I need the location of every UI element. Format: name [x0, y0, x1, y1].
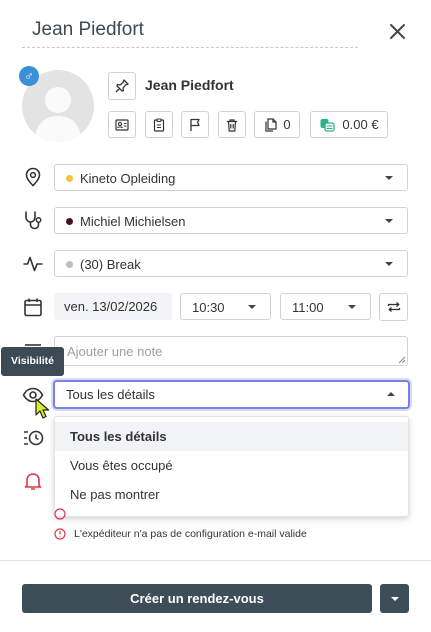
calendar-icon [24, 298, 42, 317]
clipboard-button[interactable] [145, 111, 173, 138]
location-value: Kineto Opleiding [80, 171, 176, 186]
email-warning-text: L'expéditeur n'a pas de configuration e-… [74, 528, 307, 540]
email-warning: L'expéditeur n'a pas de configuration e-… [54, 528, 307, 540]
end-time-select[interactable]: 11:00 [280, 293, 371, 320]
close-button[interactable] [384, 18, 412, 46]
flag-icon [190, 118, 200, 131]
page-title: Jean Piedfort [32, 19, 144, 40]
documents-button[interactable]: 0 [254, 111, 300, 138]
location-select[interactable]: Kineto Opleiding [54, 164, 408, 191]
create-appointment-button[interactable]: Créer un rendez-vous [22, 584, 372, 613]
location-pin-icon [25, 167, 41, 187]
visibility-value: Tous les détails [66, 387, 155, 402]
chevron-down-icon [385, 219, 393, 223]
create-options-button[interactable] [380, 584, 409, 613]
close-icon [390, 24, 405, 39]
patient-name: Jean Piedfort [145, 77, 234, 93]
pin-button[interactable] [108, 72, 136, 100]
repeat-icon [387, 302, 400, 312]
location-color-dot [66, 175, 73, 182]
document-stack-icon [265, 117, 277, 132]
date-field[interactable]: ven. 13/02/2026 [54, 293, 172, 320]
note-input[interactable]: Ajouter une note [54, 336, 408, 366]
therapist-value: Michiel Michielsen [80, 214, 186, 229]
chevron-down-icon [391, 597, 399, 601]
chevron-down-icon [385, 262, 393, 266]
start-time-value: 10:30 [192, 300, 225, 315]
visibility-dropdown: Tous les détails Vous êtes occupé Ne pas… [54, 416, 409, 517]
service-value: (30) Break [80, 257, 141, 272]
clipboard-icon [153, 117, 165, 132]
visibility-tooltip: Visibilité [1, 347, 64, 376]
header: Jean Piedfort [22, 14, 358, 48]
visibility-option[interactable]: Tous les détails [55, 422, 408, 451]
resize-grip-icon[interactable] [398, 356, 406, 364]
visibility-option[interactable]: Ne pas montrer [55, 480, 408, 509]
balance-amount: 0.00 € [342, 117, 379, 132]
alert-circle-icon [54, 508, 66, 520]
history-clock-icon [24, 430, 44, 446]
therapist-color-dot [66, 218, 73, 225]
service-color-dot [66, 261, 73, 268]
visibility-select[interactable]: Tous les détails [53, 380, 410, 409]
gender-male-badge: ♂ [19, 66, 39, 86]
delete-button[interactable] [218, 111, 246, 138]
chevron-down-icon [385, 176, 393, 180]
therapist-select[interactable]: Michiel Michielsen [54, 207, 408, 234]
service-select[interactable]: (30) Break [54, 250, 408, 277]
start-time-select[interactable]: 10:30 [180, 293, 271, 320]
bell-icon [24, 473, 42, 490]
contact-card-icon [115, 118, 129, 131]
documents-count: 0 [283, 117, 291, 132]
repeat-button[interactable] [379, 293, 408, 321]
contact-card-button[interactable] [108, 111, 136, 138]
cursor-arrow-icon [35, 398, 50, 419]
activity-pulse-icon [23, 256, 43, 272]
flag-button[interactable] [181, 111, 209, 138]
alert-circle-icon [54, 528, 66, 540]
stethoscope-icon [25, 211, 42, 230]
visibility-option[interactable]: Vous êtes occupé [55, 451, 408, 480]
pin-icon [115, 79, 129, 93]
coins-icon [320, 118, 336, 132]
chevron-down-icon [248, 305, 256, 309]
trash-icon [227, 118, 237, 132]
chevron-up-icon [387, 392, 395, 396]
balance-button[interactable]: 0.00 € [310, 111, 388, 138]
chevron-down-icon [348, 305, 356, 309]
footer-divider [0, 560, 431, 561]
end-time-value: 11:00 [292, 300, 324, 315]
